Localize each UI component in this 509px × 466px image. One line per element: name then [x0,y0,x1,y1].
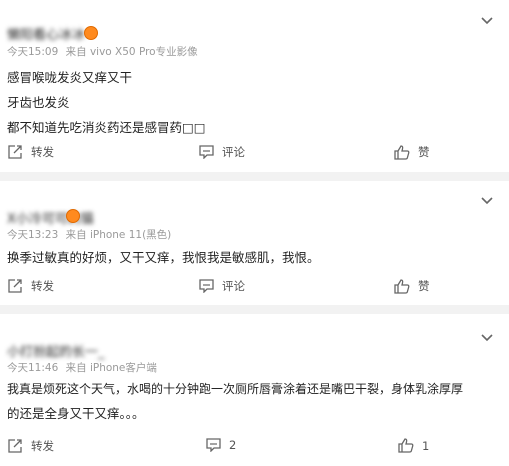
like-button[interactable]: 赞 [394,278,430,294]
post-source: 来自 vivo X50 Pro专业影像 [65,46,198,58]
vip-badge-icon [66,209,80,223]
like-button[interactable]: 1 [398,438,429,453]
post-text-line: 都不知道先吃消炎药还是感冒药□□ [7,120,206,135]
repost-label: 转发 [31,439,54,453]
post-text-line: 牙齿也发炎 [7,95,70,110]
repost-icon [8,439,22,453]
comment-icon [199,145,214,159]
chevron-down-icon[interactable] [479,192,495,208]
repost-button[interactable]: 转发 [7,144,54,160]
post-text-line: 我真是烦死这个天气，水喝的十分钟跑一次厕所唇膏涂着还是嘴巴干裂，身体乳涂厚厚 [7,382,464,396]
like-count: 1 [422,438,430,453]
comment-button[interactable]: 2 [206,438,236,452]
username[interactable]: 懒阳看心冰冰 [7,24,85,43]
comment-icon [206,438,221,452]
post-meta: 今天11:46 来自 iPhone客户端 [7,360,161,375]
post-time: 今天11:46 [7,362,59,374]
chevron-down-icon[interactable] [479,12,495,28]
comment-count: 2 [229,438,237,452]
comment-button[interactable]: 评论 [199,278,245,294]
post-meta: 今天13:23 来自 iPhone 11(黑色) [7,227,175,242]
like-label: 赞 [418,145,430,159]
chevron-down-icon[interactable] [479,329,495,345]
post-text-line: 换季过敏真的好烦，又干又痒，我恨我是敏感肌，我恨。 [7,250,320,265]
repost-button[interactable]: 转发 [7,438,54,454]
repost-button[interactable]: 转发 [7,278,54,294]
repost-label: 转发 [31,145,54,159]
repost-icon [8,279,22,293]
post-source: 来自 iPhone 11(黑色) [65,229,172,241]
post-text-line: 感冒喉咙发炎又痒又干 [7,70,133,85]
comment-card: 懒阳看心冰冰 今天15:09 来自 vivo X50 Pro专业影像 感冒喉咙发… [0,0,509,172]
repost-label: 转发 [31,279,54,293]
thumbs-up-icon [394,144,410,160]
comment-card: X小冷可可的猫 今天13:23 来自 iPhone 11(黑色) 换季过敏真的好… [0,181,509,305]
comment-label: 评论 [222,279,245,293]
username[interactable]: 小打扮起的长一_ [7,341,105,360]
thumbs-up-icon [398,438,414,453]
post-text-line: 的还是全身又干又痒。。。 [7,406,145,421]
comment-button[interactable]: 评论 [199,144,245,160]
post-source: 来自 iPhone客户端 [65,362,157,374]
like-button[interactable]: 赞 [394,144,430,160]
repost-icon [8,145,22,159]
comment-icon [199,279,214,293]
comment-card: 小打扮起的长一_ 今天11:46 来自 iPhone客户端 我真是烦死这个天气，… [0,314,509,466]
like-label: 赞 [418,279,430,293]
vip-badge-icon [84,26,98,40]
username[interactable]: X小冷可可的猫 [7,208,94,227]
post-time: 今天13:23 [7,229,59,241]
thumbs-up-icon [394,278,410,294]
post-time: 今天15:09 [7,46,59,58]
comment-label: 评论 [222,145,245,159]
post-meta: 今天15:09 来自 vivo X50 Pro专业影像 [7,44,202,59]
